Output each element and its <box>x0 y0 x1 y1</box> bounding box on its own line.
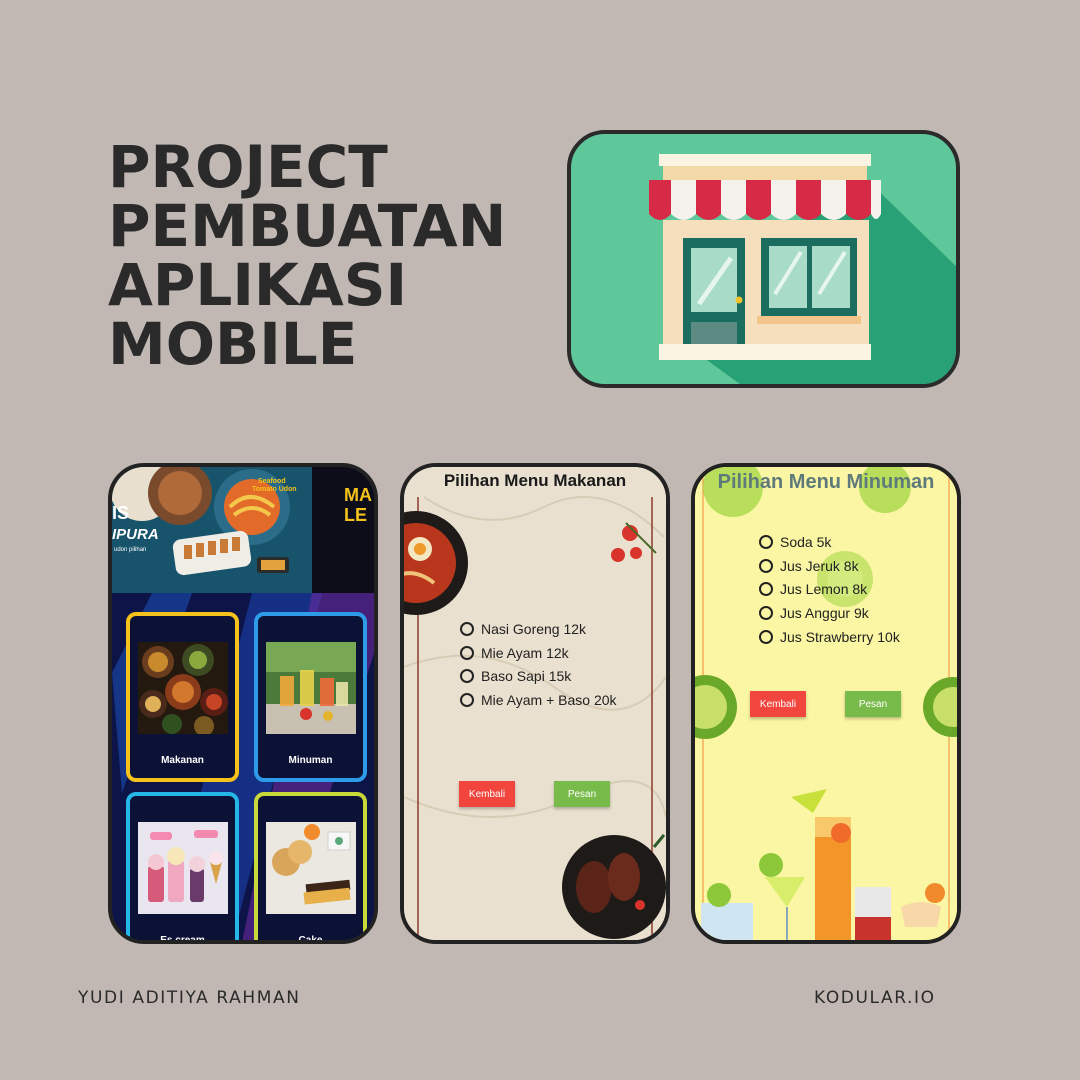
phone-home-screen: Seafood Tomato Udon IS IPURA udon piliha… <box>108 463 378 944</box>
radio-button[interactable] <box>759 558 773 573</box>
author-name: YUDI ADITIYA RAHMAN <box>78 988 301 1008</box>
food-thumbnail <box>138 642 228 734</box>
platform-name: KODULAR.IO <box>814 988 936 1008</box>
store-card <box>567 130 960 388</box>
order-button[interactable]: Pesan <box>554 781 610 807</box>
back-button[interactable]: Kembali <box>750 691 806 717</box>
svg-text:LE: LE <box>344 505 367 525</box>
storefront-icon <box>649 154 956 384</box>
radio-button[interactable] <box>460 621 474 636</box>
drink-option[interactable]: Jus Jeruk 8k <box>759 554 900 578</box>
phone-drink-menu: Pilihan Menu Minuman Soda 5k Jus Jeruk 8… <box>691 463 961 944</box>
drink-option[interactable]: Jus Anggur 9k <box>759 601 900 625</box>
food-option[interactable]: Baso Sapi 15k <box>460 664 617 688</box>
title-line-1: PROJECT <box>108 133 388 201</box>
title-line-3: APLIKASI <box>108 251 408 319</box>
radio-button[interactable] <box>460 669 474 684</box>
drink-option[interactable]: Soda 5k <box>759 530 900 554</box>
drink-options: Soda 5k Jus Jeruk 8k Jus Lemon 8k Jus An… <box>759 530 900 648</box>
title-line-2: PEMBUATAN <box>108 192 507 260</box>
svg-text:IS: IS <box>112 503 129 523</box>
title-line-4: MOBILE <box>108 310 358 378</box>
food-option[interactable]: Mie Ayam 12k <box>460 641 617 665</box>
tile-makanan[interactable]: Makanan <box>126 612 239 782</box>
promo-banner: Seafood Tomato Udon IS IPURA udon piliha… <box>112 467 374 601</box>
drink-option[interactable]: Jus Lemon 8k <box>759 577 900 601</box>
svg-text:IPURA: IPURA <box>112 526 159 543</box>
svg-text:udon pilihan: udon pilihan <box>114 547 146 553</box>
radio-button[interactable] <box>759 582 773 597</box>
screen-title: Pilihan Menu Makanan <box>443 471 627 490</box>
tile-label: Makanan <box>161 755 204 766</box>
tile-label: Minuman <box>288 755 333 766</box>
phone-food-menu: Pilihan Menu Makanan Nasi Goreng 12k Mie… <box>400 463 670 944</box>
radio-button[interactable] <box>460 645 474 660</box>
tile-es-cream[interactable]: Es cream <box>126 792 239 944</box>
food-options: Nasi Goreng 12k Mie Ayam 12k Baso Sapi 1… <box>460 617 617 712</box>
tile-label: Es cream <box>160 935 205 944</box>
svg-text:MA: MA <box>344 485 372 505</box>
drink-thumbnail <box>266 642 356 734</box>
tile-cake[interactable]: Cake <box>254 792 367 944</box>
svg-text:Seafood: Seafood <box>258 478 286 485</box>
ice-cream-thumbnail <box>138 822 228 914</box>
radio-button[interactable] <box>759 534 773 549</box>
radio-button[interactable] <box>759 605 773 620</box>
food-option[interactable]: Nasi Goreng 12k <box>460 617 617 641</box>
radio-button[interactable] <box>460 692 474 707</box>
food-option[interactable]: Mie Ayam + Baso 20k <box>460 688 617 712</box>
tile-label: Cake <box>298 935 323 944</box>
cake-thumbnail <box>266 822 356 914</box>
radio-button[interactable] <box>759 629 773 644</box>
back-button[interactable]: Kembali <box>459 781 515 807</box>
page-title: PROJECT PEMBUATAN APLIKASI MOBILE <box>108 138 506 374</box>
order-button[interactable]: Pesan <box>845 691 901 717</box>
svg-text:Tomato Udon: Tomato Udon <box>252 486 297 493</box>
screen-title: Pilihan Menu Minuman <box>717 471 935 493</box>
tile-minuman[interactable]: Minuman <box>254 612 367 782</box>
drink-option[interactable]: Jus Strawberry 10k <box>759 625 900 649</box>
